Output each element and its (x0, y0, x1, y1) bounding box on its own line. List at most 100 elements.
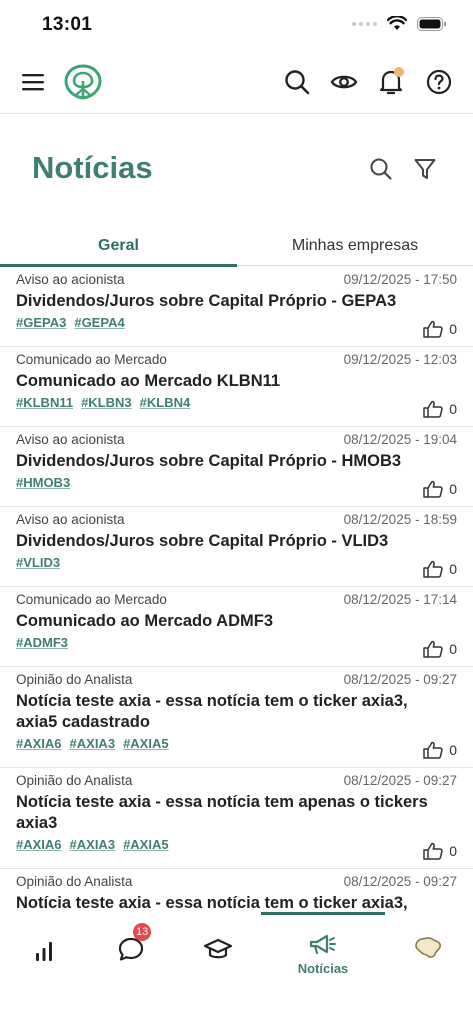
news-date: 08/12/2025 - 09:27 (343, 672, 457, 687)
news-title: Dividendos/Juros sobre Capital Próprio -… (16, 452, 402, 470)
ticker-tag[interactable]: #KLBN4 (140, 394, 191, 412)
search-icon (370, 158, 392, 180)
news-item[interactable]: Aviso ao acionista 08/12/2025 - 19:04 Di… (0, 427, 473, 507)
hamburger-menu-icon (22, 74, 44, 91)
brazil-map-icon (415, 937, 442, 958)
app-logo[interactable] (62, 63, 104, 101)
like-count: 0 (449, 321, 457, 337)
news-title: Dividendos/Juros sobre Capital Próprio -… (16, 292, 397, 310)
news-title: Dividendos/Juros sobre Capital Próprio -… (16, 532, 389, 550)
bar-chart-icon (36, 942, 52, 961)
news-date: 08/12/2025 - 17:14 (343, 592, 457, 607)
tree-shield-logo-icon (64, 64, 102, 100)
ticker-tag[interactable]: #AXIA5 (123, 735, 169, 753)
ticker-tag[interactable]: #HMOB3 (16, 474, 70, 492)
thumbs-up-icon (423, 560, 443, 578)
news-title: Comunicado ao Mercado KLBN11 (16, 372, 281, 390)
like-button[interactable]: 0 (423, 842, 457, 860)
news-item[interactable]: Opinião do Analista 08/12/2025 - 09:27 N… (0, 667, 473, 768)
news-list[interactable]: Aviso ao acionista 09/12/2025 - 17:50 Di… (0, 267, 473, 915)
thumbs-up-icon (423, 320, 443, 338)
nav-news-label: Notícias (297, 961, 349, 976)
thumbs-up-icon (423, 480, 443, 498)
like-count: 0 (449, 742, 457, 758)
notification-dot (394, 67, 404, 77)
thumbs-up-icon (423, 741, 443, 759)
page-title: Notícias (32, 150, 153, 185)
like-count: 0 (449, 401, 457, 417)
bottom-navigation: 13 Notícias (0, 912, 473, 1024)
battery-icon (417, 16, 446, 31)
thumbs-up-icon (423, 400, 443, 418)
ticker-tag[interactable]: #ADMF3 (16, 634, 68, 652)
ticker-tags: #KLBN11 #KLBN3 #KLBN4 (16, 394, 457, 412)
wifi-icon (387, 16, 407, 30)
like-button[interactable]: 0 (423, 560, 457, 578)
visibility-toggle-button[interactable] (329, 67, 359, 97)
tab-minhas-empresas[interactable]: Minhas empresas (237, 226, 473, 266)
megaphone-icon (309, 934, 336, 955)
news-date: 08/12/2025 - 09:27 (343, 773, 457, 788)
nav-charts[interactable] (14, 925, 74, 985)
ticker-tag[interactable]: #KLBN11 (16, 394, 73, 412)
nav-education[interactable] (188, 925, 248, 985)
cellular-signal-icon (352, 21, 377, 26)
news-date: 09/12/2025 - 17:50 (343, 272, 457, 287)
ticker-tag[interactable]: #GEPA4 (74, 314, 124, 332)
ticker-tag[interactable]: #AXIA3 (70, 836, 116, 854)
help-button[interactable] (424, 67, 454, 97)
menu-button[interactable] (18, 67, 48, 97)
filter-icon (414, 159, 436, 179)
active-nav-indicator (261, 912, 385, 915)
like-button[interactable]: 0 (423, 480, 457, 498)
app-header (0, 52, 473, 114)
like-count: 0 (449, 561, 457, 577)
ticker-tag[interactable]: #AXIA5 (123, 836, 169, 854)
ticker-tags: #HMOB3 (16, 474, 457, 492)
ticker-tag[interactable]: #GEPA3 (16, 314, 66, 332)
ticker-tag[interactable]: #VLID3 (16, 554, 60, 572)
status-time: 13:01 (42, 14, 93, 35)
ticker-tag[interactable]: #AXIA3 (70, 735, 116, 753)
ticker-tag[interactable]: #AXIA6 (16, 735, 62, 753)
news-title: Notícia teste axia - essa notícia tem ap… (16, 793, 428, 832)
news-date: 08/12/2025 - 19:04 (343, 432, 457, 447)
search-icon (285, 70, 310, 95)
like-count: 0 (449, 843, 457, 859)
news-item[interactable]: Aviso ao acionista 09/12/2025 - 17:50 Di… (0, 267, 473, 347)
nav-map[interactable] (398, 925, 458, 985)
news-item[interactable]: Opinião do Analista 08/12/2025 - 09:27 N… (0, 768, 473, 869)
tab-geral[interactable]: Geral (0, 226, 237, 266)
ticker-tags: #AXIA6 #AXIA3 #AXIA5 (16, 735, 457, 753)
news-search-button[interactable] (366, 154, 396, 184)
news-title: Notícia teste axia - essa notícia tem o … (16, 894, 408, 912)
ticker-tag[interactable]: #AXIA6 (16, 836, 62, 854)
like-button[interactable]: 0 (423, 741, 457, 759)
news-item[interactable]: Aviso ao acionista 08/12/2025 - 18:59 Di… (0, 507, 473, 587)
graduation-cap-icon (203, 938, 233, 959)
ticker-tags: #VLID3 (16, 554, 457, 572)
ticker-tags: #GEPA3 #GEPA4 (16, 314, 457, 332)
notifications-button[interactable] (376, 67, 406, 97)
news-item[interactable]: Opinião do Analista 08/12/2025 - 09:27 N… (0, 869, 473, 915)
filter-button[interactable] (410, 154, 440, 184)
like-count: 0 (449, 481, 457, 497)
nav-chat[interactable]: 13 (101, 923, 161, 985)
like-button[interactable]: 0 (423, 640, 457, 658)
news-item[interactable]: Comunicado ao Mercado 09/12/2025 - 12:03… (0, 347, 473, 427)
status-bar: 13:01 (0, 0, 473, 52)
chat-unread-badge: 13 (133, 923, 152, 941)
news-item[interactable]: Comunicado ao Mercado 08/12/2025 - 17:14… (0, 587, 473, 667)
news-title: Comunicado ao Mercado ADMF3 (16, 612, 273, 630)
header-search-button[interactable] (282, 67, 312, 97)
news-date: 09/12/2025 - 12:03 (343, 352, 457, 367)
ticker-tag[interactable]: #KLBN3 (81, 394, 132, 412)
news-date: 08/12/2025 - 09:27 (343, 874, 457, 889)
ticker-tags: #AXIA6 #AXIA3 #AXIA5 (16, 836, 457, 854)
like-button[interactable]: 0 (423, 400, 457, 418)
tab-bar: Geral Minhas empresas (0, 226, 473, 267)
like-button[interactable]: 0 (423, 320, 457, 338)
news-title: Notícia teste axia - essa notícia tem o … (16, 692, 408, 731)
nav-news[interactable]: Notícias (293, 925, 353, 985)
thumbs-up-icon (423, 842, 443, 860)
